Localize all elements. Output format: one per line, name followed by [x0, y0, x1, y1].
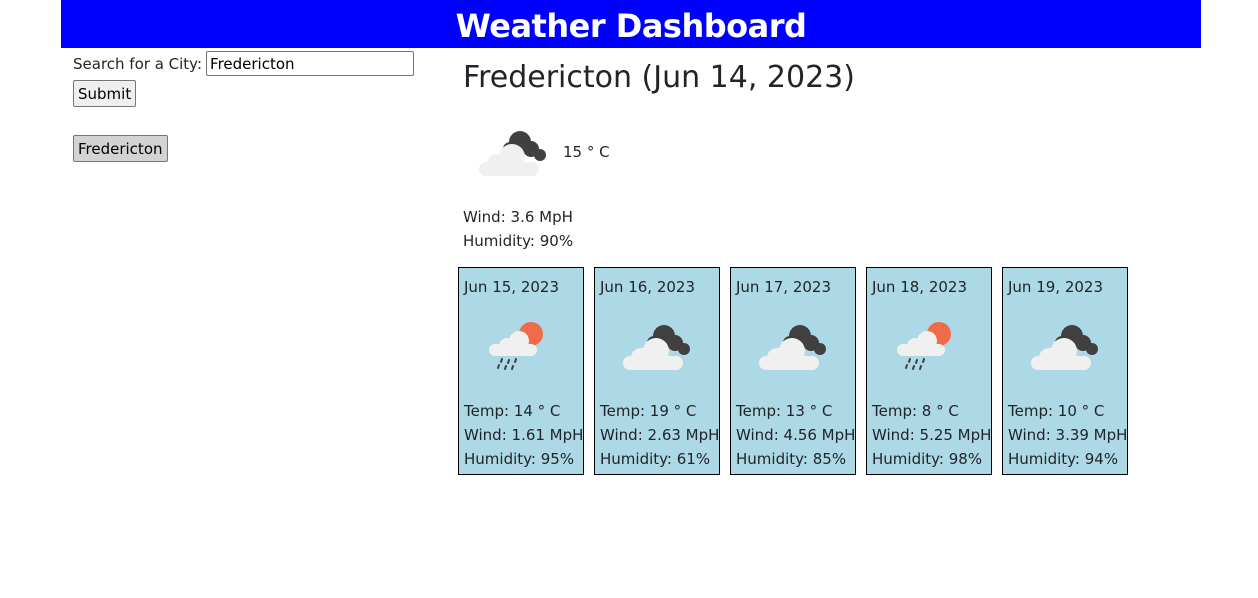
- page-title: Weather Dashboard: [455, 7, 807, 45]
- current-wind: Wind: 3.6 MpH: [463, 208, 573, 226]
- forecast-date: Jun 17, 2023: [736, 278, 832, 296]
- forecast-temp: Temp: 8 ° C: [872, 402, 959, 420]
- light-rain-icon: [897, 322, 951, 370]
- broken-clouds-icon: [759, 325, 826, 370]
- forecast-temp: Temp: 10 ° C: [1008, 402, 1105, 420]
- forecast-card: Jun 15, 2023 Temp: 14 ° C Wind: 1.61 MpH…: [458, 267, 584, 475]
- forecast-wind: Wind: 2.63 MpH: [600, 426, 720, 444]
- page: Weather Dashboard Search for a City: Sub…: [0, 0, 1258, 598]
- page-header: Weather Dashboard: [61, 0, 1201, 48]
- submit-button[interactable]: Submit: [73, 80, 137, 107]
- current-temp: 15 ° C: [563, 143, 610, 161]
- forecast-wind: Wind: 1.61 MpH: [464, 426, 584, 444]
- forecast-temp: Temp: 14 ° C: [464, 402, 561, 420]
- forecast-date: Jun 18, 2023: [872, 278, 968, 296]
- search-form: Search for a City:: [73, 49, 415, 78]
- forecast-humidity: Humidity: 94%: [1008, 450, 1119, 468]
- forecast-date: Jun 19, 2023: [1008, 278, 1104, 296]
- forecast-humidity: Humidity: 61%: [600, 450, 711, 468]
- forecast-card: Jun 18, 2023 Temp: 8 ° C Wind: 5.25 MpH …: [866, 267, 992, 475]
- forecast-humidity: Humidity: 95%: [464, 450, 575, 468]
- history-city-button[interactable]: Fredericton: [73, 135, 168, 162]
- city-search-input[interactable]: [206, 51, 415, 76]
- light-rain-icon: [489, 322, 543, 370]
- forecast-card: Jun 19, 2023 Temp: 10 ° C Wind: 3.39 MpH…: [1002, 267, 1128, 475]
- current-city-title: Fredericton (Jun 14, 2023): [463, 60, 855, 95]
- forecast-card: Jun 16, 2023 Temp: 19 ° C Wind: 2.63 MpH…: [594, 267, 720, 475]
- forecast-date: Jun 15, 2023: [464, 278, 560, 296]
- broken-clouds-icon: [1031, 325, 1098, 370]
- forecast-wind: Wind: 3.39 MpH: [1008, 426, 1128, 444]
- forecast-humidity: Humidity: 98%: [872, 450, 983, 468]
- broken-clouds-icon: [623, 325, 690, 370]
- broken-clouds-icon: [479, 131, 546, 176]
- forecast-humidity: Humidity: 85%: [736, 450, 847, 468]
- forecast-temp: Temp: 13 ° C: [736, 402, 833, 420]
- forecast-temp: Temp: 19 ° C: [600, 402, 697, 420]
- forecast-wind: Wind: 4.56 MpH: [736, 426, 856, 444]
- forecast-wind: Wind: 5.25 MpH: [872, 426, 992, 444]
- search-label: Search for a City:: [73, 54, 203, 73]
- current-humidity: Humidity: 90%: [463, 232, 574, 250]
- forecast-date: Jun 16, 2023: [600, 278, 696, 296]
- forecast-card: Jun 17, 2023 Temp: 13 ° C Wind: 4.56 MpH…: [730, 267, 856, 475]
